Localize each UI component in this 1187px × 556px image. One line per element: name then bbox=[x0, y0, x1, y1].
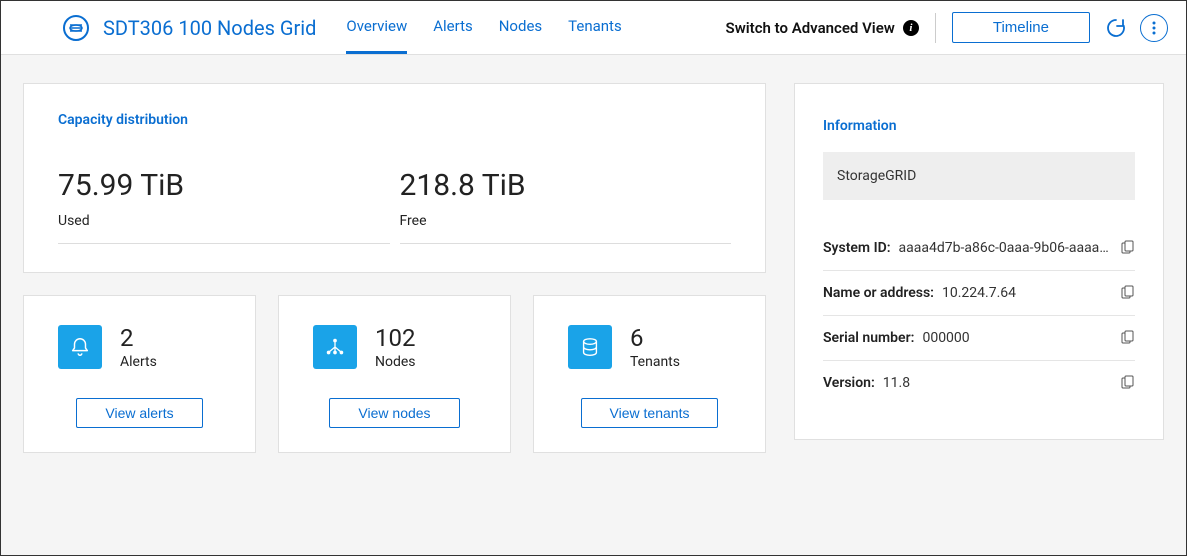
stats-row: 2 Alerts View alerts 102 Nodes View no bbox=[23, 295, 766, 453]
alerts-card: 2 Alerts View alerts bbox=[23, 295, 256, 453]
info-row-version: Version: 11.8 bbox=[823, 361, 1135, 405]
view-tenants-button[interactable]: View tenants bbox=[581, 398, 719, 428]
view-alerts-button[interactable]: View alerts bbox=[76, 398, 202, 428]
tab-alerts[interactable]: Alerts bbox=[433, 1, 473, 54]
copy-icon[interactable] bbox=[1119, 375, 1135, 391]
timeline-button[interactable]: Timeline bbox=[952, 12, 1090, 43]
capacity-used-label: Used bbox=[58, 213, 390, 229]
info-value: aaaa4d7b-a86c-0aaa-9b06-aaaa6c4bff… bbox=[899, 240, 1111, 256]
advanced-view-label: Switch to Advanced View bbox=[726, 19, 895, 37]
capacity-title: Capacity distribution bbox=[58, 112, 731, 128]
tab-nodes[interactable]: Nodes bbox=[499, 1, 542, 54]
top-bar: SDT306 100 Nodes Grid Overview Alerts No… bbox=[1, 1, 1186, 55]
info-key: Name or address: bbox=[823, 285, 934, 301]
alerts-label: Alerts bbox=[120, 354, 157, 370]
database-icon bbox=[568, 325, 612, 369]
product-name: StorageGRID bbox=[823, 152, 1135, 200]
info-value: 10.224.7.64 bbox=[942, 285, 1111, 301]
grid-title: SDT306 100 Nodes Grid bbox=[103, 16, 316, 40]
copy-icon[interactable] bbox=[1119, 285, 1135, 301]
nav-tabs: Overview Alerts Nodes Tenants bbox=[346, 1, 621, 54]
nodes-card: 102 Nodes View nodes bbox=[278, 295, 511, 453]
tab-overview[interactable]: Overview bbox=[346, 1, 407, 54]
nodes-label: Nodes bbox=[375, 354, 416, 370]
nodes-icon bbox=[313, 325, 357, 369]
tenants-card: 6 Tenants View tenants bbox=[533, 295, 766, 453]
bell-icon bbox=[58, 325, 102, 369]
capacity-card: Capacity distribution 75.99 TiB Used 218… bbox=[23, 83, 766, 273]
info-row-system-id: System ID: aaaa4d7b-a86c-0aaa-9b06-aaaa6… bbox=[823, 226, 1135, 271]
copy-icon[interactable] bbox=[1119, 330, 1135, 346]
capacity-free-value: 218.8 TiB bbox=[400, 168, 732, 203]
capacity-used: 75.99 TiB Used bbox=[58, 168, 390, 244]
info-key: Serial number: bbox=[823, 330, 914, 346]
view-nodes-button[interactable]: View nodes bbox=[329, 398, 459, 428]
info-key: Version: bbox=[823, 375, 875, 391]
copy-icon[interactable] bbox=[1119, 240, 1135, 256]
capacity-free-label: Free bbox=[400, 213, 732, 229]
info-row-address: Name or address: 10.224.7.64 bbox=[823, 271, 1135, 316]
information-card: Information StorageGRID System ID: aaaa4… bbox=[794, 83, 1164, 440]
info-value: 000000 bbox=[922, 330, 1111, 346]
more-menu-icon[interactable] bbox=[1140, 14, 1168, 42]
capacity-used-value: 75.99 TiB bbox=[58, 168, 390, 203]
information-title: Information bbox=[823, 118, 1135, 134]
capacity-free: 218.8 TiB Free bbox=[400, 168, 732, 244]
info-key: System ID: bbox=[823, 240, 891, 256]
tenants-value: 6 bbox=[630, 324, 680, 352]
right-column: Information StorageGRID System ID: aaaa4… bbox=[794, 83, 1164, 453]
brand-icon bbox=[63, 15, 89, 41]
switch-advanced-view[interactable]: Switch to Advanced View i bbox=[726, 19, 919, 37]
nodes-value: 102 bbox=[375, 324, 416, 352]
tab-tenants[interactable]: Tenants bbox=[568, 1, 622, 54]
divider bbox=[935, 13, 936, 43]
info-value: 11.8 bbox=[883, 375, 1111, 391]
alerts-value: 2 bbox=[120, 324, 157, 352]
info-icon: i bbox=[903, 20, 919, 36]
info-row-serial: Serial number: 000000 bbox=[823, 316, 1135, 361]
left-column: Capacity distribution 75.99 TiB Used 218… bbox=[23, 83, 766, 453]
content-area: Capacity distribution 75.99 TiB Used 218… bbox=[1, 55, 1186, 481]
tenants-label: Tenants bbox=[630, 354, 680, 370]
refresh-icon[interactable] bbox=[1102, 14, 1130, 42]
